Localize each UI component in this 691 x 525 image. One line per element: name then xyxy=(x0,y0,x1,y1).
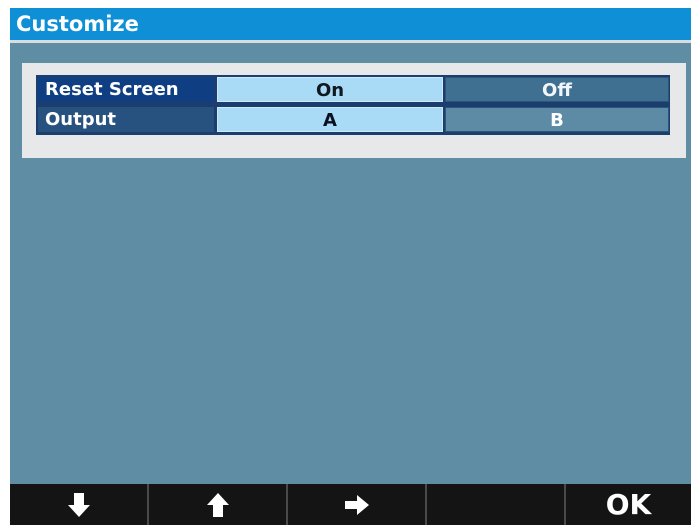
ok-label: OK xyxy=(605,488,652,521)
ok-button[interactable]: OK xyxy=(566,484,691,525)
option-reset-screen-on[interactable]: On xyxy=(217,77,443,102)
arrow-down-icon xyxy=(67,492,90,517)
settings-table: Reset Screen On Off Output A B xyxy=(36,75,670,135)
customize-screen: Customize Reset Screen On Off Output A B xyxy=(10,8,691,525)
settings-panel: Reset Screen On Off Output A B xyxy=(22,63,686,158)
screen-title: Customize xyxy=(10,8,691,40)
blank-softkey[interactable] xyxy=(427,484,566,525)
arrow-up-icon xyxy=(206,492,229,517)
setting-label-output: Output xyxy=(38,107,214,132)
softkey-bar: OK xyxy=(10,484,691,525)
arrow-right-icon xyxy=(344,494,369,515)
option-output-a[interactable]: A xyxy=(217,107,443,132)
option-output-b[interactable]: B xyxy=(445,107,669,132)
up-button[interactable] xyxy=(149,484,288,525)
right-button[interactable] xyxy=(288,484,427,525)
setting-row-reset-screen[interactable]: Reset Screen On Off xyxy=(36,75,670,104)
setting-row-output[interactable]: Output A B xyxy=(36,105,670,134)
option-reset-screen-off[interactable]: Off xyxy=(445,77,669,102)
setting-label-reset-screen: Reset Screen xyxy=(38,77,214,102)
title-divider xyxy=(10,40,691,43)
down-button[interactable] xyxy=(10,484,149,525)
